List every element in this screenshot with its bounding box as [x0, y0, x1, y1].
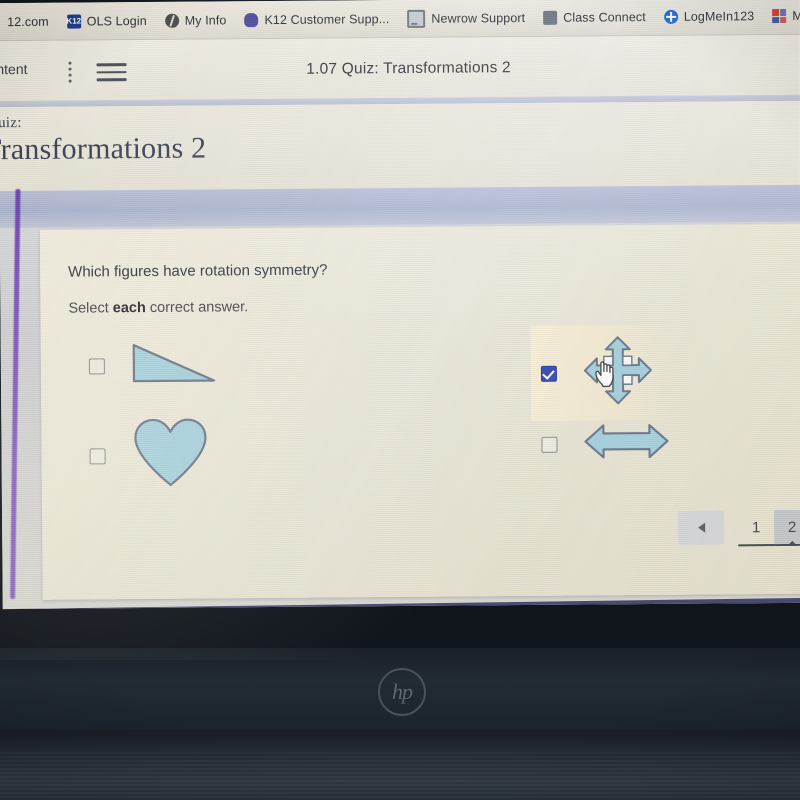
- bookmark-logmein123[interactable]: LogMeIn123: [655, 3, 764, 30]
- bookmark-label: OLS Login: [86, 13, 147, 29]
- bookmark-newrow-support[interactable]: Newrow Support: [398, 5, 534, 32]
- quiz-header: Quiz: Transformations 2: [0, 100, 800, 192]
- plus-circle-icon: [663, 9, 678, 24]
- bookmark-label: My Info: [184, 13, 227, 28]
- instruction-prefix: Select: [68, 300, 113, 317]
- bookmark-ols-login[interactable]: K12 OLS Login: [58, 8, 156, 35]
- pagination-prev-button[interactable]: [678, 510, 725, 545]
- bookmark-label: Class Connect: [563, 10, 646, 25]
- pagination-tabs: 1 2: [738, 509, 800, 547]
- monitor-icon: [407, 9, 426, 28]
- triangle-left-icon: [697, 522, 705, 533]
- k12-icon: K12: [66, 14, 81, 29]
- bookmark-label: LogMeIn123: [683, 9, 755, 24]
- bookmark-k12-customer-support[interactable]: K12 Customer Supp...: [235, 6, 398, 33]
- checkbox-heart[interactable]: [89, 447, 106, 464]
- question-instruction: Select each correct answer.: [68, 299, 248, 316]
- checkbox-four-way-arrow[interactable]: [540, 365, 557, 382]
- bookmark-label: 12.com: [7, 14, 49, 30]
- bookmark-microsoft-office[interactable]: Microsoft Office 3: [763, 2, 800, 29]
- checkbox-triangle[interactable]: [88, 357, 105, 374]
- hand-cursor: [593, 358, 619, 388]
- quiz-heading: Transformations 2: [0, 131, 207, 167]
- pagination: 1 2: [678, 509, 800, 547]
- pagination-page-2[interactable]: 2: [774, 509, 800, 545]
- bookmark-class-connect[interactable]: Class Connect: [534, 4, 655, 31]
- laptop-photo: 12.com K12 OLS Login My Info K12 Custome…: [0, 0, 800, 800]
- right-triangle-figure: [131, 341, 217, 389]
- square-icon: [543, 10, 558, 25]
- page-title: 1.07 Quiz: Transformations 2: [306, 59, 511, 78]
- bookmark-label: K12 Customer Supp...: [264, 12, 390, 28]
- quiz-card: Which figures have rotation symmetry? Se…: [39, 223, 800, 600]
- instruction-suffix: correct answer.: [145, 299, 249, 317]
- answer-option-double-arrow[interactable]: [541, 421, 669, 467]
- answer-option-heart[interactable]: [89, 417, 210, 495]
- globe-icon: [164, 13, 179, 28]
- microsoft-icon: [772, 8, 787, 24]
- bookmark-12com[interactable]: 12.com: [0, 9, 58, 35]
- bookmark-label: Microsoft Office 3: [792, 8, 800, 23]
- double-headed-arrow-figure: [583, 421, 669, 467]
- laptop-screen: 12.com K12 OLS Login My Info K12 Custome…: [0, 0, 800, 610]
- quiz-eyebrow: Quiz:: [0, 114, 22, 132]
- header-accent-band: [0, 184, 800, 229]
- laptop-deck: [0, 730, 800, 800]
- instruction-emphasis: each: [112, 300, 146, 317]
- cloud-icon: [244, 13, 259, 28]
- checkbox-double-arrow[interactable]: [541, 436, 558, 453]
- question-stem: Which figures have rotation symmetry?: [68, 261, 328, 281]
- app-top-bar: ontent 1.07 Quiz: Transformations 2: [0, 34, 800, 103]
- bookmark-my-info[interactable]: My Info: [156, 7, 236, 34]
- heart-figure: [131, 417, 210, 495]
- answer-option-triangle[interactable]: [88, 341, 217, 389]
- bookmark-label: Newrow Support: [431, 11, 526, 26]
- hp-logo: hp: [378, 668, 426, 716]
- pagination-page-1[interactable]: 1: [738, 510, 774, 544]
